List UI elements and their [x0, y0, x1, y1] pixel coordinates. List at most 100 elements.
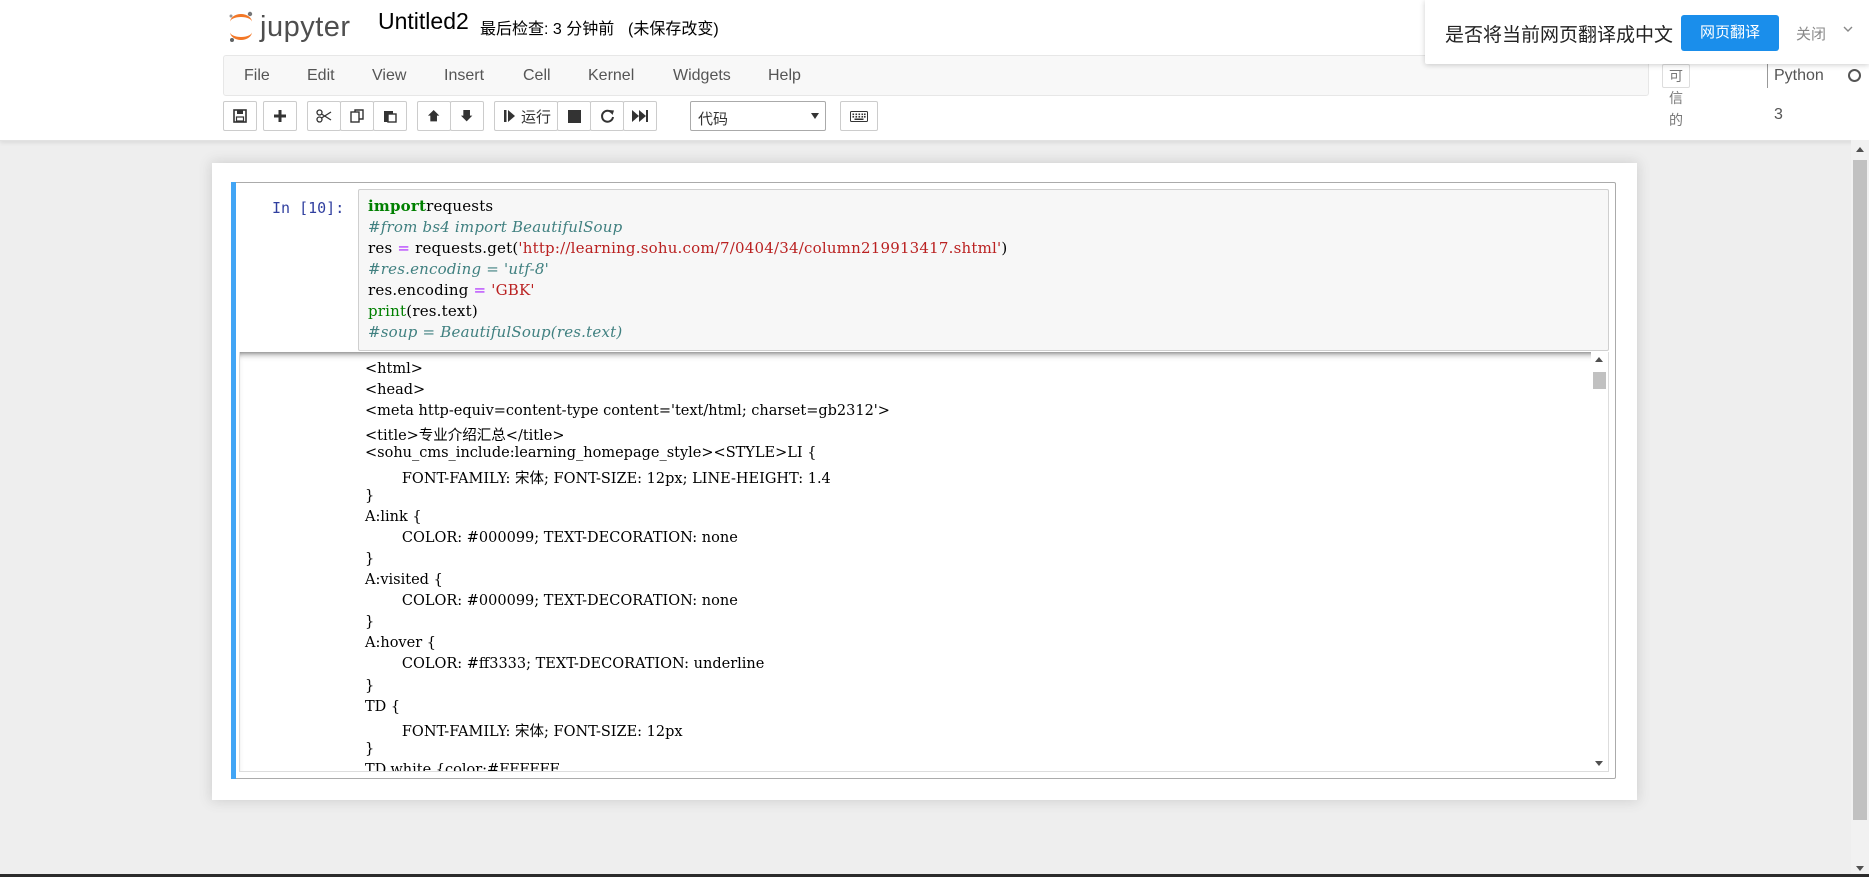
code-line: #soup = BeautifulSoup(res.text) — [368, 323, 622, 341]
move-up-button[interactable] — [417, 101, 451, 131]
output-line: A:visited { — [365, 572, 443, 588]
notebook-container: In [10]: importrequests #from bs4 import … — [212, 163, 1637, 800]
restart-run-all-button[interactable] — [623, 101, 657, 131]
jupyter-logo[interactable]: jupyter — [226, 6, 351, 48]
kernel-idle-icon — [1848, 69, 1861, 82]
paste-button[interactable] — [373, 101, 407, 131]
move-down-button[interactable] — [450, 101, 484, 131]
notebook-title[interactable]: Untitled2 — [378, 8, 469, 35]
scroll-down-icon[interactable] — [1595, 761, 1603, 766]
menu-widgets[interactable]: Widgets — [673, 56, 731, 95]
cell-output[interactable]: <html> <head> <meta http-equiv=content-typ… — [239, 352, 1609, 772]
checkpoint-status: 最后检查: 3 分钟前 — [480, 21, 615, 38]
cell-selected-indicator — [231, 182, 236, 779]
interrupt-button[interactable] — [557, 101, 591, 131]
code-token: (res.text) — [406, 302, 478, 320]
output-line: <meta http-equiv=content-type content='t… — [365, 403, 890, 420]
output-line: <head> — [365, 382, 426, 399]
output-line: <html> — [365, 361, 423, 377]
page-scroll-down-icon[interactable] — [1856, 866, 1864, 871]
code-line: #from bs4 import BeautifulSoup — [368, 218, 622, 236]
code-token: print — [368, 302, 407, 320]
code-token: #res.encoding = 'utf-8' — [368, 260, 549, 278]
translate-close-button[interactable]: 关闭 — [1796, 23, 1826, 44]
page-scroll-up-icon[interactable] — [1856, 147, 1864, 152]
output-line: A:hover { — [365, 635, 436, 652]
menu-file[interactable]: File — [244, 56, 270, 95]
code-token: import — [368, 197, 427, 215]
step-forward-icon — [504, 110, 515, 122]
kernel-separator — [1767, 63, 1768, 88]
code-line: importrequests — [368, 197, 493, 215]
arrow-down-icon — [460, 109, 473, 122]
code-token: res.encoding — [368, 281, 474, 299]
menu-help[interactable]: Help — [768, 56, 801, 95]
run-label: 运行 — [521, 108, 552, 126]
code-editor[interactable]: importrequests #from bs4 import Beautiful… — [358, 189, 1609, 351]
menu-kernel[interactable]: Kernel — [588, 56, 634, 95]
insert-cell-button[interactable] — [263, 101, 297, 131]
refresh-icon — [600, 109, 614, 123]
output-line: FONT-FAMILY: 宋体; FONT-SIZE: 12px; LINE-H… — [365, 470, 831, 487]
paste-icon — [384, 111, 397, 123]
output-line: COLOR: #ff3333; TEXT-DECORATION: underli… — [365, 656, 765, 673]
output-scrollbar[interactable] — [1591, 352, 1608, 771]
menu-edit[interactable]: Edit — [307, 56, 335, 95]
plus-icon — [274, 110, 286, 122]
jupyter-logo-icon — [229, 11, 253, 42]
output-line: COLOR: #000099; TEXT-DECORATION: none — [365, 529, 738, 546]
code-line: print(res.text) — [368, 302, 478, 320]
code-token: res — [368, 239, 398, 257]
cell-type-value: 代码 — [698, 111, 729, 128]
caret-down-icon — [811, 113, 819, 119]
code-token: 'http://learning.sohu.com/7/0404/34/colu… — [518, 239, 1002, 257]
code-token: #soup = BeautifulSoup(res.text) — [368, 323, 623, 341]
translate-popup: 是否将当前网页翻译成中文 网页翻译 关闭 — [1425, 0, 1869, 64]
code-cell[interactable]: In [10]: importrequests #from bs4 import … — [231, 182, 1616, 779]
output-line: <sohu_cms_include:learning_homepage_styl… — [365, 445, 817, 462]
cell-type-select[interactable]: 代码 — [690, 101, 826, 131]
copy-button[interactable] — [340, 101, 374, 131]
save-icon — [233, 109, 247, 123]
run-button[interactable]: 运行 — [494, 101, 558, 131]
output-line: TD.white {color:#FFFFFF — [365, 761, 560, 772]
cut-button[interactable] — [307, 101, 341, 131]
chevron-down-icon[interactable] — [1843, 26, 1853, 33]
input-prompt: In [10]: — [272, 199, 345, 217]
restart-button[interactable] — [590, 101, 624, 131]
output-line: COLOR: #000099; TEXT-DECORATION: none — [365, 593, 738, 610]
menu-cell[interactable]: Cell — [523, 56, 551, 95]
output-line: TD { — [365, 698, 401, 715]
output-line: <title>专业介绍汇总</title> — [365, 428, 565, 445]
menu-view[interactable]: View — [372, 56, 406, 95]
output-line: A:link { — [365, 508, 422, 525]
output-line: FONT-FAMILY: 宋体; FONT-SIZE: 12px — [365, 723, 683, 740]
output-line: } — [365, 487, 375, 504]
trusted-indicator[interactable]: 可信的 — [1662, 64, 1690, 128]
code-token: requests — [426, 197, 494, 215]
output-line: } — [365, 740, 375, 757]
output-scroll-thumb[interactable] — [1593, 372, 1606, 389]
code-line: #res.encoding = 'utf-8' — [368, 260, 549, 278]
stop-icon — [567, 109, 581, 123]
code-token: = — [473, 281, 487, 299]
save-button[interactable] — [223, 101, 257, 131]
translate-prompt: 是否将当前网页翻译成中文 — [1445, 25, 1674, 46]
code-token: ) — [1001, 239, 1008, 257]
command-palette-button[interactable] — [840, 101, 878, 131]
page-scroll-thumb[interactable] — [1853, 160, 1867, 820]
scroll-up-icon[interactable] — [1595, 357, 1603, 362]
code-line: res = requests.get('http://learning.sohu… — [368, 239, 1007, 257]
code-token: requests.get( — [410, 239, 519, 257]
logo-text: jupyter — [260, 10, 351, 43]
code-token: #from bs4 import BeautifulSoup — [368, 218, 623, 236]
autosave-status: (未保存改变) — [628, 21, 719, 38]
kernel-name[interactable]: Python 3 — [1774, 56, 1824, 134]
translate-page-button[interactable]: 网页翻译 — [1681, 15, 1779, 51]
scissors-icon — [316, 109, 332, 123]
fast-forward-icon — [632, 110, 648, 122]
arrow-up-icon — [427, 109, 440, 122]
keyboard-icon — [850, 110, 868, 122]
menu-insert[interactable]: Insert — [444, 56, 484, 95]
code-line: res.encoding = 'GBK' — [368, 281, 535, 299]
